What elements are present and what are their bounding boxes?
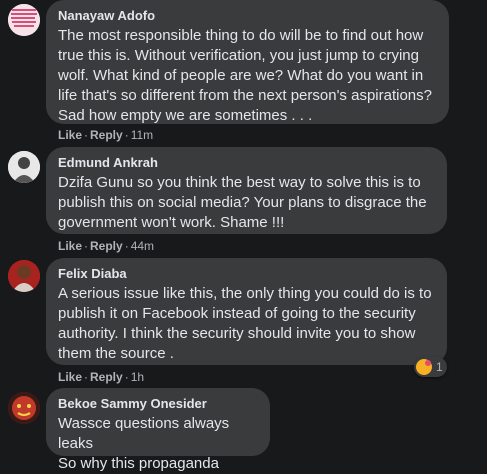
comment-text: The most responsible thing to do will be… — [58, 27, 432, 124]
reply-button[interactable]: Reply — [90, 370, 123, 384]
comment-bubble: Bekoe Sammy Onesider Wassce questions al… — [46, 388, 270, 472]
comment-bubble: Edmund Ankrah Dzifa Gunu so you think th… — [46, 147, 447, 234]
like-button[interactable]: Like — [58, 239, 82, 253]
profile-photo-icon — [8, 4, 40, 36]
comment-author[interactable]: Felix Diaba — [58, 266, 435, 282]
avatar[interactable] — [8, 151, 40, 183]
comment-actions: Like · Reply · 44m — [58, 239, 155, 253]
like-button[interactable]: Like — [58, 370, 82, 384]
profile-photo-icon — [8, 392, 40, 424]
comment-bubble: Nanayaw Adofo The most responsible thing… — [46, 0, 449, 124]
reply-button[interactable]: Reply — [90, 239, 123, 253]
like-button[interactable]: Like — [58, 128, 82, 142]
comment-timestamp[interactable]: 11m — [131, 128, 153, 142]
reply-button[interactable]: Reply — [90, 128, 123, 142]
comment-actions: Like · Reply · 1h — [58, 370, 145, 384]
profile-photo-icon — [8, 151, 40, 183]
profile-photo-icon — [8, 260, 40, 292]
comment-author[interactable]: Bekoe Sammy Onesider — [58, 396, 258, 412]
avatar[interactable] — [8, 260, 40, 292]
reaction-count: 1 — [436, 360, 443, 374]
comment-timestamp[interactable]: 1h — [131, 370, 144, 384]
comment-text: Wassce questions always leaks So why thi… — [58, 415, 230, 472]
avatar[interactable] — [8, 392, 40, 424]
comment-bubble: Felix Diaba A serious issue like this, t… — [46, 258, 447, 365]
comment-text: A serious issue like this, the only thin… — [58, 285, 432, 362]
comment-author[interactable]: Nanayaw Adofo — [58, 8, 437, 24]
reaction-count-badge[interactable]: 1 — [414, 357, 447, 377]
comment-author[interactable]: Edmund Ankrah — [58, 155, 435, 171]
comment-actions: Like · Reply · 11m — [58, 128, 154, 142]
comment-text: Dzifa Gunu so you think the best way to … — [58, 174, 427, 231]
comment-timestamp[interactable]: 44m — [131, 239, 154, 253]
haha-care-reaction-icon — [416, 359, 432, 375]
avatar[interactable] — [8, 4, 40, 36]
